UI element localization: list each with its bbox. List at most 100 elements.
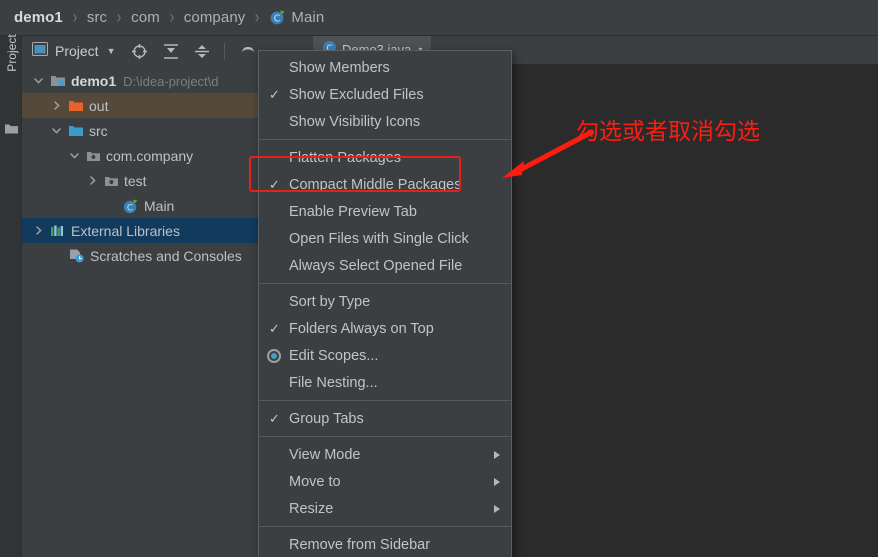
menu-item-remove-from-sidebar[interactable]: Remove from Sidebar [259, 531, 511, 557]
menu-item-label: Folders Always on Top [289, 320, 434, 337]
menu-item-label: Move to [289, 473, 341, 490]
project-panel-title: Project [55, 43, 99, 59]
menu-item-group-tabs[interactable]: ✓ Group Tabs [259, 405, 511, 432]
java-class-run-icon: C [122, 198, 139, 214]
breadcrumb: demo1 › src › com › company › C Main [14, 7, 324, 28]
menu-item-show-visibility-icons[interactable]: Show Visibility Icons [259, 108, 511, 135]
scratches-icon [68, 248, 85, 263]
libraries-icon [50, 224, 66, 238]
menu-item-edit-scopes[interactable]: Edit Scopes... [259, 342, 511, 369]
tree-node-label: Main [144, 197, 175, 214]
submenu-arrow-icon [494, 477, 500, 486]
menu-item-label: Flatten Packages [289, 149, 402, 166]
breadcrumb-separator: › [116, 7, 122, 27]
menu-item-label: View Mode [289, 446, 361, 463]
breadcrumb-item-label: demo1 [14, 9, 63, 26]
toolbar-divider [223, 42, 225, 60]
menu-item-label: Always Select Opened File [289, 257, 463, 274]
chevron-down-icon[interactable] [50, 124, 63, 137]
checkmark-icon: ✓ [269, 176, 280, 192]
breadcrumb-item-src[interactable]: src [87, 9, 107, 26]
menu-item-label: Remove from Sidebar [289, 536, 431, 553]
menu-separator [259, 400, 511, 401]
menu-item-folders-always-on-top[interactable]: ✓ Folders Always on Top [259, 315, 511, 342]
menu-item-label: Enable Preview Tab [289, 203, 417, 220]
package-icon [104, 174, 119, 188]
tree-node-label: demo1 D:\idea-project\d [71, 72, 219, 89]
menu-item-file-nesting[interactable]: File Nesting... [259, 369, 511, 396]
chevron-down-icon[interactable]: ▼ [107, 46, 116, 56]
breadcrumb-separator: › [72, 7, 78, 27]
breadcrumb-item-com[interactable]: com [131, 9, 160, 26]
menu-item-open-files-with-single-click[interactable]: Open Files with Single Click [259, 225, 511, 252]
expand-all-icon[interactable] [163, 43, 179, 60]
module-icon [50, 74, 66, 88]
menu-item-view-mode[interactable]: View Mode [259, 441, 511, 468]
breadcrumb-item-label: com [131, 9, 160, 26]
tree-node-label: Scratches and Consoles [90, 247, 242, 264]
menu-item-label: Show Visibility Icons [289, 113, 421, 130]
menu-item-show-members[interactable]: Show Members [259, 54, 511, 81]
idea-window: demo1 › src › com › company › C Main Project Proj… [0, 0, 878, 557]
left-tool-strip: Project [0, 34, 22, 557]
tree-node-label: test [124, 172, 147, 189]
menu-item-label: Open Files with Single Click [289, 230, 469, 247]
project-view-options-menu[interactable]: Show Members ✓ Show Excluded Files Show Vis… [258, 50, 512, 557]
folder-icon [4, 122, 19, 140]
breadcrumb-item-demo1[interactable]: demo1 [14, 9, 63, 26]
menu-item-always-select-opened-file[interactable]: Always Select Opened File [259, 252, 511, 279]
collapse-all-icon[interactable] [194, 43, 210, 60]
menu-separator [259, 139, 511, 140]
settings-gear-icon[interactable] [240, 44, 256, 58]
tool-window-button-project[interactable]: Project [5, 24, 19, 82]
select-opened-file-icon[interactable] [131, 43, 148, 60]
submenu-arrow-icon [494, 504, 500, 513]
breadcrumb-bar: demo1 › src › com › company › C Main [0, 0, 878, 36]
folder-orange-icon [68, 99, 84, 113]
tree-twisty-empty [50, 249, 63, 262]
breadcrumb-separator: › [255, 7, 260, 27]
menu-item-label: Show Excluded Files [289, 86, 424, 103]
menu-separator [259, 526, 511, 527]
menu-item-label: File Nesting... [289, 374, 378, 391]
submenu-arrow-icon [494, 450, 500, 459]
tree-twisty-empty [104, 199, 117, 212]
tree-node-label: External Libraries [71, 222, 180, 239]
svg-text:C: C [127, 203, 133, 213]
menu-item-show-excluded-files[interactable]: ✓ Show Excluded Files [259, 81, 511, 108]
menu-item-label: Compact Middle Packages [289, 176, 462, 193]
menu-item-move-to[interactable]: Move to [259, 468, 511, 495]
svg-text:C: C [274, 14, 281, 25]
menu-item-flatten-packages[interactable]: Flatten Packages [259, 144, 511, 171]
radio-icon [267, 348, 281, 363]
chevron-right-icon[interactable] [50, 99, 63, 112]
chevron-right-icon[interactable] [86, 174, 99, 187]
tree-node-label: out [89, 97, 109, 114]
breadcrumb-item-company[interactable]: company [184, 9, 246, 26]
menu-item-label: Sort by Type [289, 293, 371, 310]
menu-item-label: Edit Scopes... [289, 347, 379, 364]
annotation-text: 勾选或者取消勾选 [576, 119, 760, 145]
annotation-arrow-icon [502, 129, 594, 178]
package-icon [86, 149, 101, 163]
chevron-down-icon[interactable] [68, 149, 81, 162]
breadcrumb-item-label: company [183, 9, 246, 26]
chevron-right-icon[interactable] [32, 224, 45, 237]
menu-item-resize[interactable]: Resize [259, 495, 511, 522]
folder-blue-icon [68, 124, 84, 138]
breadcrumb-item-label: Main [291, 9, 325, 26]
menu-item-label: Group Tabs [289, 410, 364, 427]
breadcrumb-item-main[interactable]: C Main [269, 9, 324, 26]
tree-node-label: com.company [106, 147, 194, 164]
breadcrumb-separator: › [169, 7, 175, 27]
breadcrumb-item-label: src [86, 9, 108, 26]
chevron-down-icon[interactable] [32, 74, 45, 87]
menu-item-enable-preview-tab[interactable]: Enable Preview Tab [259, 198, 511, 225]
tree-node-path: D:\idea-project\d [123, 73, 219, 89]
menu-separator [259, 436, 511, 437]
menu-item-compact-middle-packages[interactable]: ✓ Compact Middle Packages [259, 171, 511, 198]
menu-item-sort-by-type[interactable]: Sort by Type [259, 288, 511, 315]
tree-node-label: src [89, 122, 108, 139]
checkmark-icon: ✓ [269, 320, 280, 336]
menu-item-label: Show Members [289, 59, 390, 76]
